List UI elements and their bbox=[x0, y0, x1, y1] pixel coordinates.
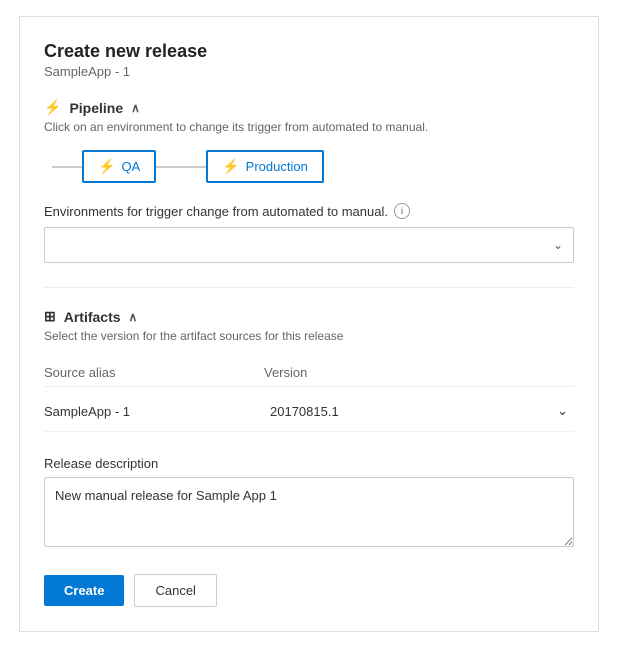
section-divider bbox=[44, 287, 574, 288]
artifacts-header-row: Source alias Version bbox=[44, 359, 574, 387]
pipeline-track: ⚡ QA ⚡ Production bbox=[44, 150, 574, 183]
stage-production-label: Production bbox=[246, 159, 308, 174]
environments-info-icon: i bbox=[394, 203, 410, 219]
artifacts-icon: ⊞ bbox=[44, 308, 56, 325]
artifacts-label: Artifacts bbox=[64, 309, 121, 325]
stage-production-icon: ⚡ bbox=[222, 158, 239, 175]
artifacts-description: Select the version for the artifact sour… bbox=[44, 329, 574, 343]
release-description-section: Release description New manual release f… bbox=[44, 456, 574, 550]
environments-dropdown[interactable]: ⌄ bbox=[44, 227, 574, 263]
create-release-panel: Create new release SampleApp - 1 ⚡ Pipel… bbox=[19, 16, 599, 632]
pipeline-line-start bbox=[52, 166, 82, 168]
release-description-label: Release description bbox=[44, 456, 574, 471]
pipeline-connector bbox=[156, 166, 206, 168]
release-description-input[interactable]: New manual release for Sample App 1 bbox=[44, 477, 574, 547]
pipeline-section: ⚡ Pipeline ∧ Click on an environment to … bbox=[44, 99, 574, 263]
stage-qa-icon: ⚡ bbox=[98, 158, 115, 175]
pipeline-icon: ⚡ bbox=[44, 99, 61, 116]
pipeline-description: Click on an environment to change its tr… bbox=[44, 120, 574, 134]
environments-chevron-icon: ⌄ bbox=[553, 238, 563, 252]
artifact-version-dropdown[interactable]: 20170815.1 ⌄ bbox=[264, 399, 574, 423]
artifact-version-value: 20170815.1 bbox=[270, 404, 339, 419]
stage-qa-label: QA bbox=[121, 159, 140, 174]
create-button[interactable]: Create bbox=[44, 575, 124, 606]
stage-production[interactable]: ⚡ Production bbox=[206, 150, 324, 183]
artifacts-header: ⊞ Artifacts ∧ bbox=[44, 308, 574, 325]
col-source-header: Source alias bbox=[44, 365, 264, 380]
artifact-source-name: SampleApp - 1 bbox=[44, 404, 264, 419]
cancel-button[interactable]: Cancel bbox=[134, 574, 216, 607]
col-version-header: Version bbox=[264, 365, 574, 380]
environments-section: Environments for trigger change from aut… bbox=[44, 203, 574, 263]
artifact-version-chevron-icon: ⌄ bbox=[557, 403, 568, 419]
artifacts-grid: Source alias Version SampleApp - 1 20170… bbox=[44, 359, 574, 432]
pipeline-header: ⚡ Pipeline ∧ bbox=[44, 99, 574, 116]
pipeline-label: Pipeline bbox=[69, 100, 123, 116]
page-title: Create new release bbox=[44, 41, 574, 62]
artifact-row: SampleApp - 1 20170815.1 ⌄ bbox=[44, 391, 574, 432]
artifacts-section: ⊞ Artifacts ∧ Select the version for the… bbox=[44, 308, 574, 432]
stage-qa[interactable]: ⚡ QA bbox=[82, 150, 156, 183]
environments-label: Environments for trigger change from aut… bbox=[44, 203, 574, 219]
pipeline-chevron-icon[interactable]: ∧ bbox=[131, 101, 140, 115]
page-subtitle: SampleApp - 1 bbox=[44, 64, 574, 79]
artifacts-chevron-icon[interactable]: ∧ bbox=[129, 310, 138, 324]
button-row: Create Cancel bbox=[44, 574, 574, 607]
